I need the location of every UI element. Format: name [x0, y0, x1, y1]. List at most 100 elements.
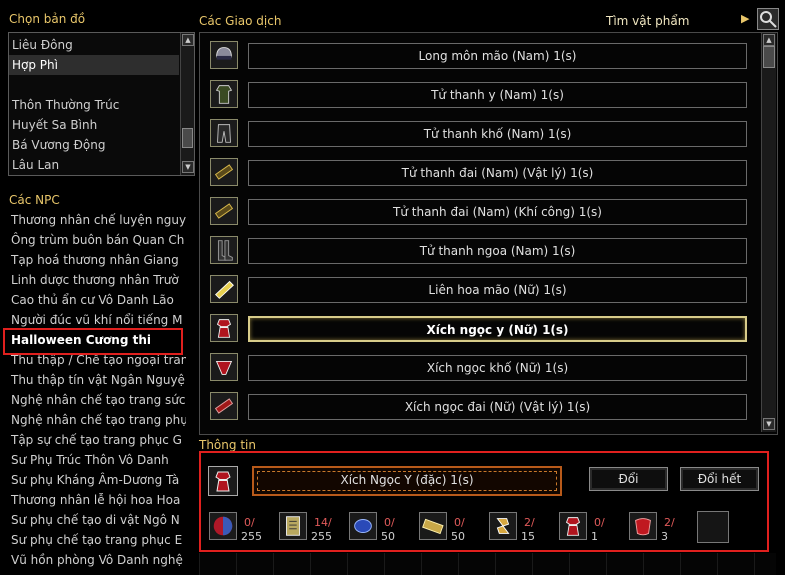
material-slot[interactable]: 0/50 [419, 512, 489, 546]
material-slot[interactable]: 0/50 [349, 512, 419, 546]
trade-row[interactable]: Tử thanh đai (Nam) (Khí công) 1(s) [208, 196, 748, 228]
belt-icon[interactable] [210, 197, 238, 225]
scroll-up-icon[interactable]: ▲ [182, 34, 194, 46]
exchange-all-button[interactable]: Đổi hết [680, 467, 759, 491]
trade-label[interactable]: Tử thanh đai (Nam) (Khí công) 1(s) [248, 199, 747, 225]
npc-section-title: Các NPC [9, 193, 60, 207]
trade-row[interactable]: Xích ngọc y (Nữ) 1(s) [208, 313, 748, 345]
map-list-item[interactable]: Lâu Lan [9, 155, 179, 175]
npc-list-item[interactable]: Sư phụ chế tạo di vật Ngô N [8, 510, 186, 530]
trade-label[interactable]: Tử thanh đai (Nam) (Vật lý) 1(s) [248, 160, 747, 186]
material-slot[interactable]: 0/1 [559, 512, 629, 546]
search-item-icon[interactable] [757, 8, 779, 30]
trade-label[interactable]: Tử thanh y (Nam) 1(s) [248, 82, 747, 108]
trade-label[interactable]: Long môn mão (Nam) 1(s) [248, 43, 747, 69]
helmet-icon[interactable] [210, 41, 238, 69]
map-list-item[interactable]: Huyết Sa Bình [9, 115, 179, 135]
npc-list-item[interactable]: Sư Phụ Trúc Thôn Vô Danh [8, 450, 186, 470]
trade-row[interactable]: Xích ngọc khố (Nữ) 1(s) [208, 352, 748, 384]
hat-icon[interactable] [210, 275, 238, 303]
product-name-box: Xích Ngọc Y (đặc) 1(s) [252, 466, 562, 496]
red-orb-icon[interactable] [209, 512, 237, 540]
npc-list-item[interactable]: Thương nhân lễ hội hoa Hoa [8, 490, 186, 510]
boots-icon[interactable] [210, 236, 238, 264]
npc-list-item[interactable]: Ông trùm buôn bán Quan Ch [8, 230, 186, 250]
trade-label[interactable]: Xích ngọc y (Nữ) 1(s) [248, 316, 747, 342]
material-slot[interactable]: 2/3 [629, 512, 699, 546]
trade-row[interactable]: Tử thanh khố (Nam) 1(s) [208, 118, 748, 150]
red-cloth-icon[interactable] [629, 512, 657, 540]
scroll-thumb[interactable] [182, 128, 193, 148]
trade-row[interactable]: Long môn mão (Nam) 1(s) [208, 40, 748, 72]
map-list-item[interactable]: Bá Vương Động [9, 135, 179, 155]
trades-section-title: Các Giao dịch [199, 14, 282, 28]
empty-material-slot[interactable] [697, 511, 729, 543]
material-have-count: 14/ [314, 516, 332, 529]
info-section-title: Thông tin [199, 438, 256, 452]
map-list-item[interactable] [9, 75, 179, 95]
trade-row[interactable]: Tử thanh đai (Nam) (Vật lý) 1(s) [208, 157, 748, 189]
npc-list-item[interactable]: Thương nhân chế luyện nguy [8, 210, 186, 230]
map-list-item[interactable]: Hợp Phì [9, 55, 179, 75]
material-have-count: 2/ [664, 516, 675, 529]
npc-highlight-box [3, 328, 183, 355]
product-dress-icon[interactable] [208, 466, 238, 496]
material-have-count: 0/ [594, 516, 605, 529]
belt-icon[interactable] [210, 158, 238, 186]
trades-scrollbar[interactable]: ▲ ▼ [761, 33, 776, 432]
dress-icon[interactable] [210, 314, 238, 342]
map-list[interactable]: Liêu Đông Hợp Phì Thôn Thường Trúc Huyết Sa… [8, 32, 195, 176]
npc-list-item[interactable]: Tập sự chế tạo trang phục G [8, 430, 186, 450]
npc-list-item[interactable]: Vũ hồn phòng Vô Danh nghệ [8, 550, 186, 570]
npc-list-item[interactable]: Linh dược thương nhân Trườ [8, 270, 186, 290]
scroll-icon[interactable] [279, 512, 307, 540]
trade-row[interactable]: Liên hoa mão (Nữ) 1(s) [208, 274, 748, 306]
npc-list-item[interactable]: Sư phụ Kháng Âm-Dương Tà [8, 470, 186, 490]
trade-label[interactable]: Tử thanh ngoa (Nam) 1(s) [248, 238, 747, 264]
trade-label[interactable]: Liên hoa mão (Nữ) 1(s) [248, 277, 747, 303]
exchange-button[interactable]: Đổi [589, 467, 668, 491]
gold-bar-icon[interactable] [419, 512, 447, 540]
material-need-count: 50 [381, 530, 395, 543]
robe-icon[interactable] [210, 80, 238, 108]
trade-label[interactable]: Tử thanh khố (Nam) 1(s) [248, 121, 747, 147]
material-have-count: 0/ [454, 516, 465, 529]
scroll-down-icon[interactable]: ▼ [182, 161, 194, 173]
material-need-count: 3 [661, 530, 668, 543]
npc-list-item[interactable]: Tạp hoá thương nhân Giang [8, 250, 186, 270]
map-list-item[interactable]: Liêu Đông [9, 35, 179, 55]
pants-icon[interactable] [210, 119, 238, 147]
search-arrow-icon[interactable]: ▶ [741, 12, 749, 25]
npc-list-item[interactable]: Thu thập tín vật Ngân Nguyệ [8, 370, 186, 390]
skirt-icon[interactable] [210, 353, 238, 381]
search-item-label[interactable]: Tìm vật phẩm [606, 14, 689, 28]
npc-list-item[interactable]: Người đúc vũ khí nổi tiếng M [8, 310, 186, 330]
blue-gem-icon[interactable] [349, 512, 377, 540]
material-need-count: 1 [591, 530, 598, 543]
npc-list-item[interactable]: Nghệ nhân chế tạo trang phụ [8, 410, 186, 430]
material-have-count: 0/ [384, 516, 395, 529]
npc-list-item[interactable]: Cao thủ ẩn cư Vô Danh Lão [8, 290, 186, 310]
material-slot[interactable]: 14/255 [279, 512, 349, 546]
material-slot[interactable]: 0/255 [209, 512, 279, 546]
trade-label[interactable]: Xích ngọc đai (Nữ) (Vật lý) 1(s) [248, 394, 747, 420]
npc-list-item[interactable]: Nghệ nhân chế tạo trang sức [8, 390, 186, 410]
map-list-scrollbar[interactable]: ▲ ▼ [180, 33, 194, 175]
material-need-count: 255 [311, 530, 332, 543]
scroll-up-icon[interactable]: ▲ [763, 34, 775, 46]
rune-icon[interactable] [489, 512, 517, 540]
material-slot[interactable]: 2/15 [489, 512, 559, 546]
npc-list[interactable]: Thương nhân chế luyện nguy Ông trùm buôn … [8, 210, 193, 575]
map-list-item[interactable]: Thôn Thường Trúc [9, 95, 179, 115]
trade-row[interactable]: Tử thanh ngoa (Nam) 1(s) [208, 235, 748, 267]
inventory-strip [199, 553, 776, 575]
red-robe-icon[interactable] [559, 512, 587, 540]
scroll-down-icon[interactable]: ▼ [763, 418, 775, 430]
npc-list-item[interactable]: Sư phụ chế tạo trang phục E [8, 530, 186, 550]
trade-label[interactable]: Xích ngọc khố (Nữ) 1(s) [248, 355, 747, 381]
sash-icon[interactable] [210, 392, 238, 420]
trade-row[interactable]: Xích ngọc đai (Nữ) (Vật lý) 1(s) [208, 391, 748, 423]
trade-row[interactable]: Tử thanh y (Nam) 1(s) [208, 79, 748, 111]
scroll-thumb[interactable] [763, 46, 775, 68]
map-section-title: Chọn bản đồ [9, 12, 86, 26]
